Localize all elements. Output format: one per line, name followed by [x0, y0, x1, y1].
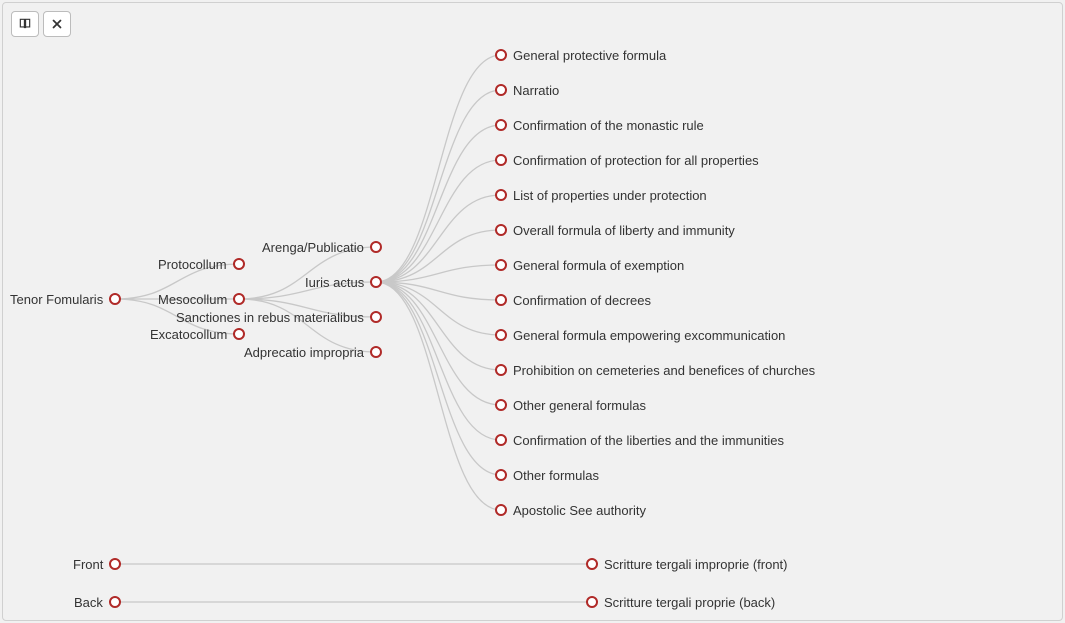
tree-node-label: Confirmation of protection for all prope… [513, 153, 759, 168]
node-marker-icon [370, 346, 382, 358]
node-marker-icon [109, 293, 121, 305]
tree-stage[interactable]: Tenor Fomularis Protocollum Mesocollum Exca… [3, 3, 1062, 620]
node-marker-icon [109, 558, 121, 570]
tree-node[interactable]: Tenor Fomularis [10, 292, 121, 307]
tree-node-label: List of properties under protection [513, 188, 707, 203]
node-marker-icon [495, 189, 507, 201]
tree-node[interactable]: List of properties under protection [495, 188, 707, 203]
tree-node-label: Excatocollum [150, 327, 227, 342]
tree-node-label: Prohibition on cemeteries and benefices … [513, 363, 815, 378]
node-marker-icon [495, 259, 507, 271]
tree-node[interactable]: Confirmation of the monastic rule [495, 118, 704, 133]
tree-node-label: Sanctiones in rebus materialibus [176, 310, 364, 325]
tree-node-label: General formula of exemption [513, 258, 684, 273]
node-marker-icon [495, 399, 507, 411]
node-marker-icon [495, 154, 507, 166]
node-marker-icon [586, 596, 598, 608]
tree-node-label: Scritture tergali proprie (back) [604, 595, 775, 610]
tree-node-label: Other formulas [513, 468, 599, 483]
tree-node[interactable]: Sanctiones in rebus materialibus [176, 310, 382, 325]
tree-node-label: Other general formulas [513, 398, 646, 413]
tree-node-label: Confirmation of decrees [513, 293, 651, 308]
tree-node[interactable]: Adprecatio impropria [244, 345, 382, 360]
tree-node[interactable]: General protective formula [495, 48, 666, 63]
node-marker-icon [495, 294, 507, 306]
node-marker-icon [495, 469, 507, 481]
node-marker-icon [109, 596, 121, 608]
tree-node[interactable]: Scritture tergali proprie (back) [586, 595, 775, 610]
tree-node-label: Confirmation of the liberties and the im… [513, 433, 784, 448]
node-marker-icon [495, 329, 507, 341]
tree-node-label: Back [74, 595, 103, 610]
tree-node[interactable]: Other general formulas [495, 398, 646, 413]
tree-node-label: Iuris actus [305, 275, 364, 290]
tree-node[interactable]: Apostolic See authority [495, 503, 646, 518]
tree-node[interactable]: Prohibition on cemeteries and benefices … [495, 363, 815, 378]
tree-node[interactable]: Narratio [495, 83, 559, 98]
tree-node-label: Tenor Fomularis [10, 292, 103, 307]
node-marker-icon [370, 311, 382, 323]
tree-node-label: Protocollum [158, 257, 227, 272]
tree-node-label: Adprecatio impropria [244, 345, 364, 360]
node-marker-icon [495, 434, 507, 446]
diagram-panel: Tenor Fomularis Protocollum Mesocollum Exca… [2, 2, 1063, 621]
node-marker-icon [495, 504, 507, 516]
tree-node[interactable]: Confirmation of decrees [495, 293, 651, 308]
node-marker-icon [495, 364, 507, 376]
tree-node[interactable]: Scritture tergali improprie (front) [586, 557, 788, 572]
node-marker-icon [495, 224, 507, 236]
tree-node[interactable]: Iuris actus [305, 275, 382, 290]
tree-node-label: Scritture tergali improprie (front) [604, 557, 788, 572]
tree-node[interactable]: Front [73, 557, 121, 572]
tree-node[interactable]: Overall formula of liberty and immunity [495, 223, 735, 238]
tree-node-label: Narratio [513, 83, 559, 98]
tree-node[interactable]: Mesocollum [158, 292, 245, 307]
node-marker-icon [370, 241, 382, 253]
tree-node[interactable]: General formula empowering excommunicati… [495, 328, 785, 343]
tree-node-label: General protective formula [513, 48, 666, 63]
node-marker-icon [495, 84, 507, 96]
tree-node-label: General formula empowering excommunicati… [513, 328, 785, 343]
tree-node-label: Overall formula of liberty and immunity [513, 223, 735, 238]
tree-node-label: Mesocollum [158, 292, 227, 307]
tree-node-label: Front [73, 557, 103, 572]
node-marker-icon [233, 258, 245, 270]
tree-node[interactable]: Protocollum [158, 257, 245, 272]
tree-node[interactable]: Confirmation of the liberties and the im… [495, 433, 784, 448]
node-marker-icon [370, 276, 382, 288]
tree-node[interactable]: Excatocollum [150, 327, 245, 342]
tree-node[interactable]: Arenga/Publicatio [262, 240, 382, 255]
node-marker-icon [233, 328, 245, 340]
tree-node-label: Confirmation of the monastic rule [513, 118, 704, 133]
tree-node[interactable]: General formula of exemption [495, 258, 684, 273]
tree-node[interactable]: Other formulas [495, 468, 599, 483]
node-marker-icon [495, 119, 507, 131]
tree-node-label: Arenga/Publicatio [262, 240, 364, 255]
node-marker-icon [495, 49, 507, 61]
tree-node[interactable]: Confirmation of protection for all prope… [495, 153, 759, 168]
tree-node-label: Apostolic See authority [513, 503, 646, 518]
tree-node[interactable]: Back [74, 595, 121, 610]
node-marker-icon [586, 558, 598, 570]
node-marker-icon [233, 293, 245, 305]
